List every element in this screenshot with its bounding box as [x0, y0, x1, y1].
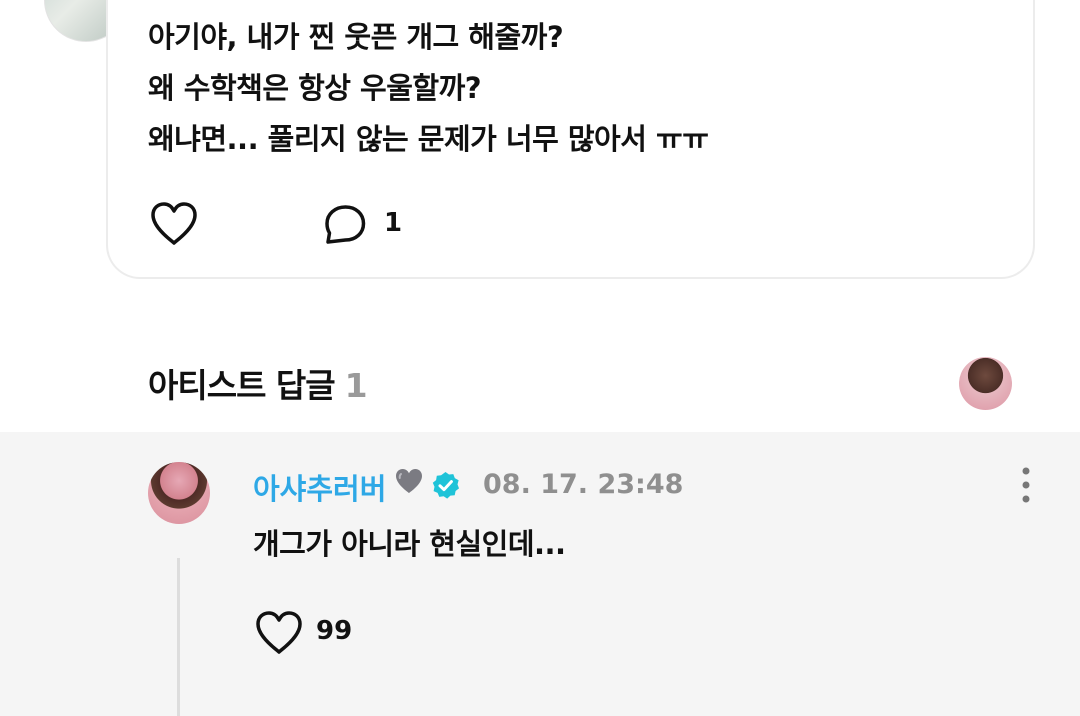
reply-thread-line: [177, 558, 180, 716]
reply-text: 개그가 아니라 현실인데...: [253, 527, 566, 561]
comment-count: 1: [384, 208, 403, 238]
heart-outline-icon[interactable]: [254, 610, 304, 656]
post-line: 왜 수학책은 항상 우울할까?: [148, 71, 482, 105]
reply-author-name[interactable]: 아샤추러버: [253, 466, 386, 508]
reply-timestamp: 08. 17. 23:48: [483, 469, 684, 500]
more-options-icon[interactable]: [1012, 466, 1040, 504]
grey-heart-icon: [396, 469, 422, 493]
heart-outline-icon[interactable]: [149, 201, 199, 247]
artist-replies-title: 아티스트 답글: [148, 366, 336, 405]
post-body: 아기야, 내가 찐 웃픈 개그 해줄까? 왜 수학책은 항상 우울할까? 왜냐면…: [148, 12, 1008, 165]
speech-bubble-icon[interactable]: [323, 203, 368, 246]
verified-badge-icon: [432, 472, 459, 499]
reply-author-avatar[interactable]: [148, 462, 210, 524]
artist-replies-heading: 아티스트 답글 1: [148, 359, 368, 407]
post-line: 아기야, 내가 찐 웃픈 개그 해줄까?: [148, 20, 564, 54]
reply-like-count: 99: [316, 616, 353, 646]
post-line: 왜냐면... 풀리지 않는 문제가 너무 많아서 ㅠㅠ: [148, 122, 709, 156]
artist-replies-count: 1: [344, 366, 368, 405]
artist-avatar[interactable]: [959, 357, 1012, 410]
